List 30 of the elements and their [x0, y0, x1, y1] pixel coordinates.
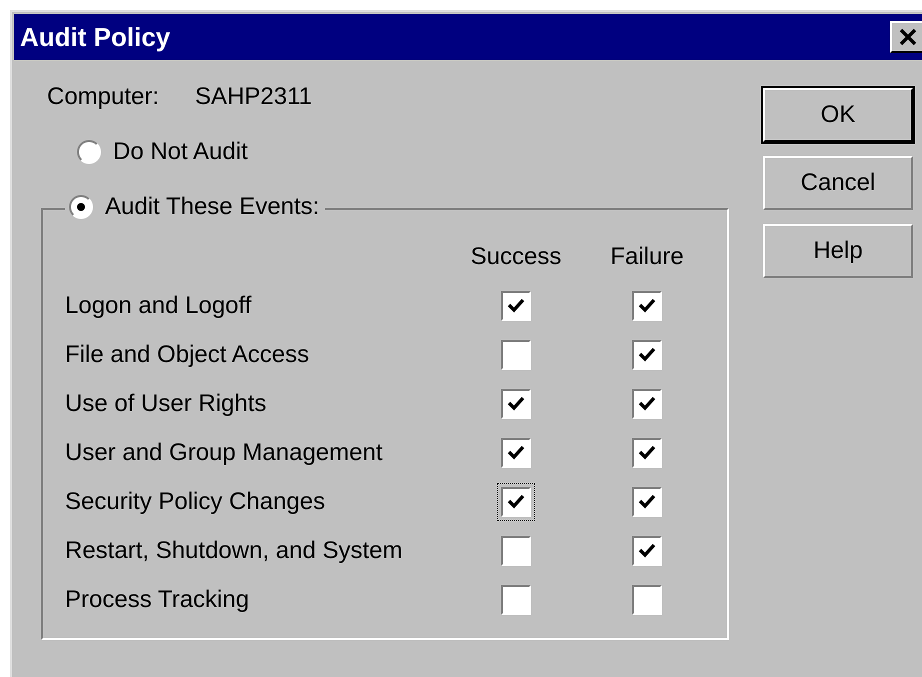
close-icon [898, 28, 918, 46]
check-icon [507, 492, 525, 510]
check-icon [507, 444, 525, 462]
dialog-button[interactable]: Help [763, 224, 913, 278]
check-icon [638, 492, 656, 510]
check-icon [638, 394, 656, 412]
event-label: User and Group Management [65, 438, 384, 466]
close-button[interactable] [890, 21, 922, 53]
check-icon [638, 444, 656, 462]
column-header: Failure [610, 242, 684, 270]
check-icon [638, 296, 656, 314]
window-title: Audit Policy [20, 22, 170, 52]
column-header: Success [470, 242, 562, 270]
check-icon [638, 346, 656, 364]
computer-label: Computer: [47, 83, 160, 111]
check-icon [507, 394, 525, 412]
check-icon [638, 542, 656, 560]
event-label: Use of User Rights [65, 390, 268, 418]
computer-name: SAHP2311 [195, 83, 312, 111]
event-label: Logon and Logoff [65, 292, 252, 320]
dialog-button[interactable]: OK [763, 88, 913, 142]
event-label: Process Tracking [65, 586, 250, 614]
dialog-button[interactable]: Cancel [763, 156, 913, 210]
event-label: File and Object Access [65, 340, 310, 368]
event-label: Restart, Shutdown, and System [65, 536, 404, 564]
event-label: Security Policy Changes [65, 488, 326, 516]
radio-button[interactable]: Audit These Events: [69, 193, 320, 221]
check-icon [507, 296, 525, 314]
radio-button[interactable]: Do Not Audit [77, 138, 248, 166]
checkbox[interactable] [497, 482, 535, 520]
